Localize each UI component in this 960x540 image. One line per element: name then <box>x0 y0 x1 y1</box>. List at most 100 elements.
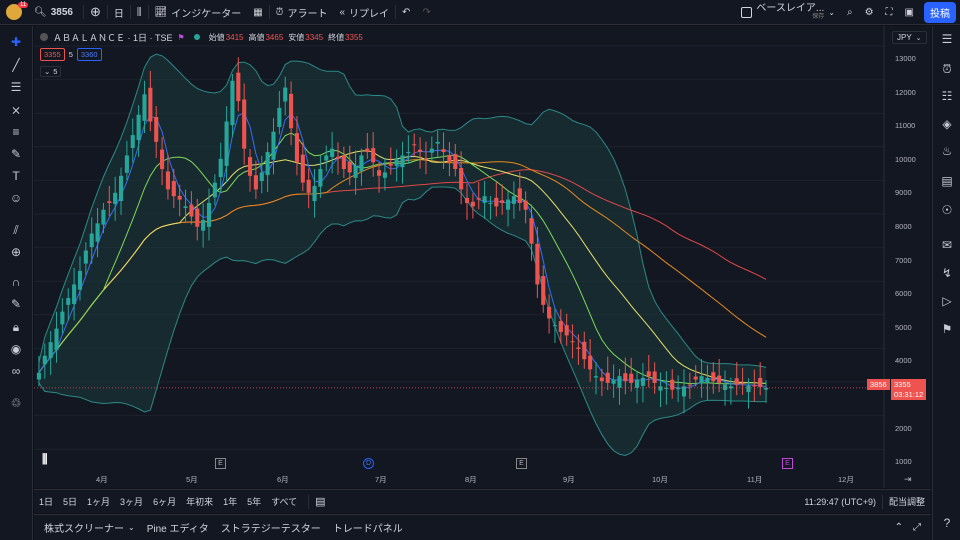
link-icon[interactable]: ∞ <box>8 363 24 379</box>
help-icon[interactable]: ? <box>938 514 956 532</box>
fib-icon[interactable]: ☰ <box>8 79 24 95</box>
candle-body <box>564 325 569 336</box>
range-button[interactable]: 1日 <box>34 495 58 508</box>
candle-body <box>576 347 581 349</box>
ideas-icon[interactable]: ☉ <box>938 201 956 219</box>
notifications-icon[interactable]: ⚑ <box>938 320 956 338</box>
adjust-button[interactable]: 配当調整 <box>889 495 925 508</box>
calendar-icon[interactable]: ▤ <box>938 172 956 190</box>
tab-screener[interactable]: 株式スクリーナー ⌄ <box>34 515 141 540</box>
redo-button[interactable]: ↷ <box>416 0 436 25</box>
zoom-in-icon[interactable]: ⊕ <box>8 244 24 260</box>
high-value: 3465 <box>265 32 284 42</box>
range-button[interactable]: 6ヶ月 <box>148 495 181 508</box>
eye-icon[interactable]: ◉ <box>8 341 24 357</box>
indicators-button[interactable]: 📈︎ インジケーター <box>149 0 248 25</box>
publish-button[interactable]: 投稿 <box>920 0 960 25</box>
dividend-marker[interactable]: D <box>363 458 374 469</box>
pattern-icon[interactable]: ⨯ <box>8 102 24 118</box>
alert-button[interactable]: ⏰︎ アラート <box>270 0 334 25</box>
chart-type-button[interactable]: ⫼ <box>131 0 148 25</box>
snapshot-button[interactable]: ▣ <box>899 0 920 25</box>
range-button[interactable]: 1ヶ月 <box>82 495 115 508</box>
earnings-marker[interactable]: E <box>215 458 226 469</box>
range-button[interactable]: すべて <box>266 495 302 508</box>
news-icon[interactable]: ☷ <box>938 87 956 105</box>
date-range-icon[interactable]: ▤ <box>315 495 325 508</box>
sell-button[interactable]: 3355 <box>40 48 65 61</box>
layout-menu[interactable]: ベースレイア... 保存 ⌄ <box>735 0 841 25</box>
tradingview-logo[interactable]: ⫼ <box>42 452 48 467</box>
candle-body <box>177 195 182 200</box>
crosshair-icon[interactable]: ✚ <box>8 34 24 50</box>
range-button[interactable]: 年初来 <box>181 495 218 508</box>
magnet-icon[interactable]: ∩ <box>8 274 24 290</box>
indicators-toggle[interactable]: ⌄ 5 <box>40 66 62 77</box>
range-button[interactable]: 5年 <box>242 495 266 508</box>
symbol-title[interactable]: ＡＢＡＬＡＮＣＥ · 1日 · TSE <box>53 31 173 44</box>
candle-body <box>271 131 276 160</box>
candle-body <box>294 133 300 163</box>
compare-button[interactable]: ⊕ <box>84 0 107 25</box>
brush-icon[interactable]: ✎ <box>8 146 24 162</box>
chevron-down-icon: ⌄ <box>828 7 835 17</box>
lock-icon[interactable]: 🔒︎ <box>8 319 24 335</box>
trash-icon[interactable]: ♲ <box>8 395 24 411</box>
low-value: 3345 <box>305 32 324 42</box>
lock-drawing-icon[interactable]: ✎ <box>8 296 24 312</box>
emoji-icon[interactable]: ☺ <box>8 190 24 206</box>
symbol-search[interactable]: 🔍︎ 3856 <box>28 0 83 25</box>
chart-pane[interactable] <box>34 26 931 488</box>
earnings-marker[interactable]: E <box>782 458 793 469</box>
collapse-icon[interactable] <box>40 33 48 41</box>
clock-label[interactable]: 11:29:47 (UTC+9) <box>804 497 876 507</box>
text-icon[interactable]: T <box>8 168 24 184</box>
chevron-down-icon: ⌄ <box>915 35 922 42</box>
trade-buttons: 3355 5 3360 <box>40 48 102 61</box>
quick-search-button[interactable]: ⌕ <box>841 0 859 25</box>
candle-body <box>400 155 405 168</box>
price-chart[interactable] <box>34 26 931 488</box>
indicators-icon: 📈︎ <box>154 6 168 18</box>
low-label: 安値 <box>288 32 305 42</box>
interval-button[interactable]: 日 <box>108 0 130 25</box>
tab-pine-editor[interactable]: Pine エディタ <box>141 515 215 540</box>
tab-trading-panel[interactable]: トレードパネル <box>327 515 409 540</box>
tab-label: Pine エディタ <box>146 524 209 535</box>
tab-strategy-tester[interactable]: ストラテジーテスター <box>215 515 327 540</box>
range-button[interactable]: 3ヶ月 <box>115 495 148 508</box>
user-menu[interactable]: 11 <box>0 0 29 25</box>
range-button[interactable]: 1年 <box>218 495 242 508</box>
streams-icon[interactable]: ↯ <box>938 264 956 282</box>
trendline-icon[interactable]: ╱ <box>8 57 24 73</box>
hotlist-icon[interactable]: ♨ <box>938 142 956 160</box>
templates-button[interactable]: ▦ <box>247 0 268 25</box>
watchlist-icon[interactable]: ☰ <box>938 30 956 48</box>
ruler-icon[interactable]: ⫽ <box>8 222 24 238</box>
layers-icon[interactable]: ◈ <box>938 115 956 133</box>
range-button[interactable]: 5日 <box>58 495 82 508</box>
earnings-marker[interactable]: E <box>516 458 527 469</box>
currency-button[interactable]: JPY ⌄ <box>892 31 927 44</box>
settings-button[interactable]: ⚙ <box>859 0 880 25</box>
goto-realtime-button[interactable]: ⇥ <box>904 474 912 485</box>
candle-body <box>66 298 71 305</box>
price-axis-label: 4000 <box>895 356 912 366</box>
candle-body <box>388 163 393 166</box>
alerts-clock-icon[interactable]: ⏰︎ <box>938 60 956 78</box>
candle-body <box>83 250 88 264</box>
chat-icon[interactable]: ✉ <box>938 236 956 254</box>
chevron-up-icon[interactable]: ⌃ <box>895 522 903 533</box>
top-toolbar: 11 🔍︎ 3856 ⊕ 日 ⫼ 📈︎ インジケーター ▦ ⏰︎ アラート « … <box>0 0 960 25</box>
time-axis-label: 7月 <box>375 475 387 484</box>
replay-button[interactable]: « リプレイ <box>333 0 395 25</box>
buy-button[interactable]: 3360 <box>76 48 102 61</box>
undo-button[interactable]: ↶ <box>396 0 416 25</box>
play-icon[interactable]: ▷ <box>938 292 956 310</box>
prediction-icon[interactable]: ≡ <box>8 124 24 140</box>
price-axis-label: 11000 <box>895 121 916 131</box>
fullscreen-button[interactable]: ⛶ <box>880 0 899 25</box>
maximize-icon[interactable]: ⤢ <box>913 522 921 533</box>
open-value: 3415 <box>225 32 244 42</box>
alarm-icon: ⏰︎ <box>275 6 284 18</box>
